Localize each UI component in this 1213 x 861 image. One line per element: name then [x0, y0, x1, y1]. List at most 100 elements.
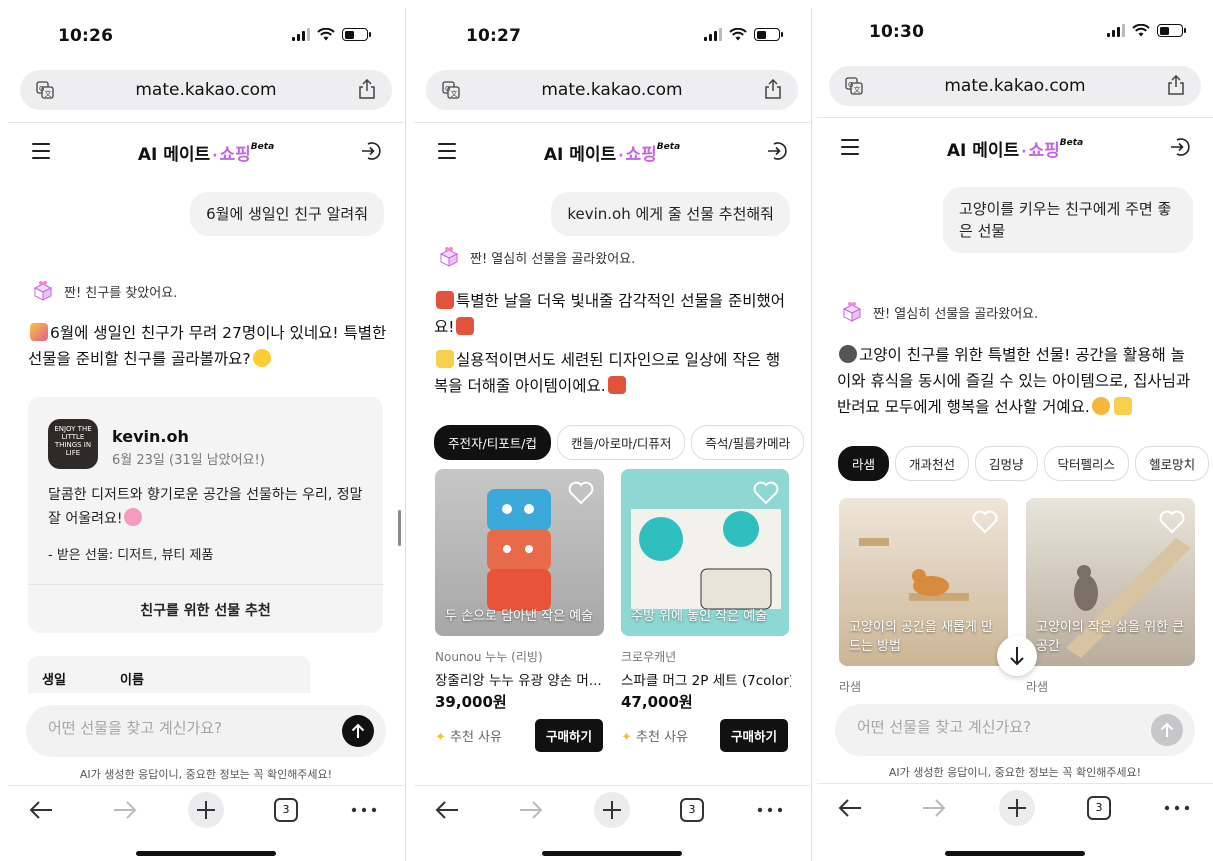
phone-screen-3: 10:30 G文 mate.kakao.com AI 메이트 · 쇼핑Beta 고양… [817, 0, 1213, 861]
app-header: AI 메이트 · 쇼핑Beta [414, 132, 810, 172]
chip-instant-camera[interactable]: 즉석/필름카메라 [691, 425, 805, 460]
browser-toolbar: 3 [817, 784, 1213, 832]
back-icon[interactable] [837, 784, 863, 832]
more-icon[interactable] [350, 786, 378, 834]
forward-icon[interactable] [921, 784, 947, 832]
product-image-2[interactable]: 고양이의 작은 삶을 위한 큰 공간 [1026, 498, 1195, 666]
more-icon[interactable] [756, 786, 784, 834]
heart-icon[interactable] [1159, 510, 1185, 534]
product-image-1[interactable]: 고양이의 공간을 새롭게 만드는 방법 [839, 498, 1008, 666]
chip-brand-2[interactable]: 개과천선 [895, 446, 970, 481]
new-tab-icon[interactable] [997, 784, 1037, 832]
product-image-1[interactable]: 두 손으로 담아낸 작은 예술 [435, 469, 604, 636]
signal-icon [292, 28, 310, 41]
paw-icon [839, 345, 857, 363]
gift-emoji-icon [436, 291, 454, 309]
friends-table-header: 생일 이름 [28, 656, 310, 696]
chip-brand-4[interactable]: 닥터펠리스 [1043, 446, 1130, 481]
tab-count: 3 [680, 798, 704, 822]
product-image-2[interactable]: 주방 위에 놓인 작은 예술 [621, 469, 789, 636]
status-bar: 10:30 [817, 0, 1213, 70]
gift-box-icon [33, 281, 53, 301]
status-icons [1107, 24, 1186, 37]
home-indicator[interactable] [136, 851, 276, 856]
new-tab-icon[interactable] [186, 786, 226, 834]
logout-icon[interactable] [766, 140, 788, 162]
back-icon[interactable] [434, 786, 460, 834]
chip-kettle-teapot-cup[interactable]: 주전자/티포트/컵 [434, 425, 551, 460]
status-bar: 10:26 [8, 0, 404, 70]
column-header-birthday: 생일 [42, 673, 66, 688]
share-icon[interactable] [1167, 75, 1185, 95]
send-button[interactable] [1151, 714, 1183, 746]
chip-brand-3[interactable]: 김멍냥 [975, 446, 1038, 481]
product-name[interactable]: 장줄리앙 누누 유광 양손 머... [435, 669, 605, 689]
chat-input[interactable] [48, 719, 288, 737]
home-indicator[interactable] [945, 851, 1085, 856]
wifi-icon [729, 28, 747, 41]
chat-input[interactable] [857, 718, 1097, 736]
product-price: 47,000원 [621, 693, 693, 711]
screen-divider [811, 8, 812, 861]
reason-link[interactable]: ✦ 추천 사유 [621, 726, 688, 745]
heart-icon[interactable] [753, 481, 779, 505]
assistant-reply: 6월에 생일인 친구가 무려 27명이나 있네요! 특별한 선물을 준비할 친구… [28, 323, 387, 368]
app-title: AI 메이트 · 쇼핑Beta [946, 138, 1084, 161]
product-name[interactable]: 스파클 머그 2P 세트 (7color) [621, 669, 791, 689]
gift-box-icon [439, 247, 459, 267]
phone-screen-2: 10:27 G文 mate.kakao.com AI 메이트 · 쇼핑Beta ke… [414, 0, 810, 861]
chip-candle-aroma-diffuser[interactable]: 캔들/아로마/디퓨저 [556, 425, 686, 460]
chat-input-box[interactable] [835, 704, 1195, 756]
share-icon[interactable] [358, 79, 376, 99]
signal-icon [1107, 24, 1125, 37]
disclaimer: AI가 생성한 응답이니, 중요한 정보는 꼭 확인해주세요! [888, 766, 1142, 779]
product-caption: 주방 위에 놓인 작은 예술 [631, 609, 768, 624]
home-indicator[interactable] [542, 851, 682, 856]
gift-box-icon [842, 302, 862, 322]
logout-icon[interactable] [360, 140, 382, 162]
battery-icon [754, 28, 783, 41]
back-icon[interactable] [28, 786, 54, 834]
user-message-bubble: 고양이를 키우는 친구에게 주면 좋 은 선물 [943, 187, 1193, 253]
gift-emoji-icon [456, 317, 475, 335]
url-bar[interactable]: G文 mate.kakao.com [426, 70, 798, 110]
logout-icon[interactable] [1169, 136, 1191, 158]
buy-button[interactable]: 구매하기 [720, 719, 789, 752]
chat-input-box[interactable] [26, 705, 386, 757]
send-button[interactable] [342, 715, 374, 747]
top-divider [817, 117, 1213, 118]
chip-brand-lasam[interactable]: 라샘 [838, 446, 890, 481]
url-bar[interactable]: G文 mate.kakao.com [829, 66, 1201, 106]
product-caption: 두 손으로 담아낸 작은 예술 [445, 609, 594, 624]
forward-icon[interactable] [112, 786, 138, 834]
share-icon[interactable] [764, 79, 782, 99]
flower-icon [124, 508, 143, 526]
user-message-bubble: 6월에 생일인 친구 알려줘 [190, 192, 384, 236]
wifi-icon [317, 28, 335, 41]
recommend-gift-button[interactable]: 친구를 위한 선물 추천 [28, 600, 383, 620]
tab-count: 3 [274, 798, 298, 822]
scrollbar[interactable] [398, 510, 401, 546]
arrow-up-icon [1160, 722, 1174, 737]
heart-icon[interactable] [568, 481, 594, 505]
buy-button[interactable]: 구매하기 [535, 719, 604, 752]
reason-link[interactable]: ✦ 추천 사유 [435, 726, 502, 745]
tabs-button[interactable]: 3 [680, 786, 706, 834]
status-line: 짠! 열심히 선물을 골라왔어요. [438, 246, 635, 268]
heart-icon[interactable] [972, 510, 998, 534]
party-popper-icon [30, 323, 48, 341]
forward-icon[interactable] [518, 786, 544, 834]
url-text: mate.kakao.com [944, 76, 1086, 96]
more-icon[interactable] [1163, 784, 1191, 832]
category-chips: 주전자/티포트/컵 캔들/아로마/디퓨저 즉석/필름카메라 [434, 425, 805, 460]
url-bar[interactable]: G文 mate.kakao.com [20, 70, 392, 110]
tabs-button[interactable]: 3 [274, 786, 300, 834]
app-header: AI 메이트 · 쇼핑Beta [817, 128, 1213, 168]
status-icons [292, 28, 371, 41]
received-gifts: - 받은 선물: 디저트, 뷰티 제품 [48, 548, 214, 563]
tabs-button[interactable]: 3 [1087, 784, 1113, 832]
scroll-down-button[interactable] [997, 636, 1037, 676]
new-tab-icon[interactable] [592, 786, 632, 834]
chip-brand-5[interactable]: 헬로망치 [1135, 446, 1210, 481]
product-caption: 고양이의 공간을 새롭게 만드는 방법 [849, 620, 993, 654]
